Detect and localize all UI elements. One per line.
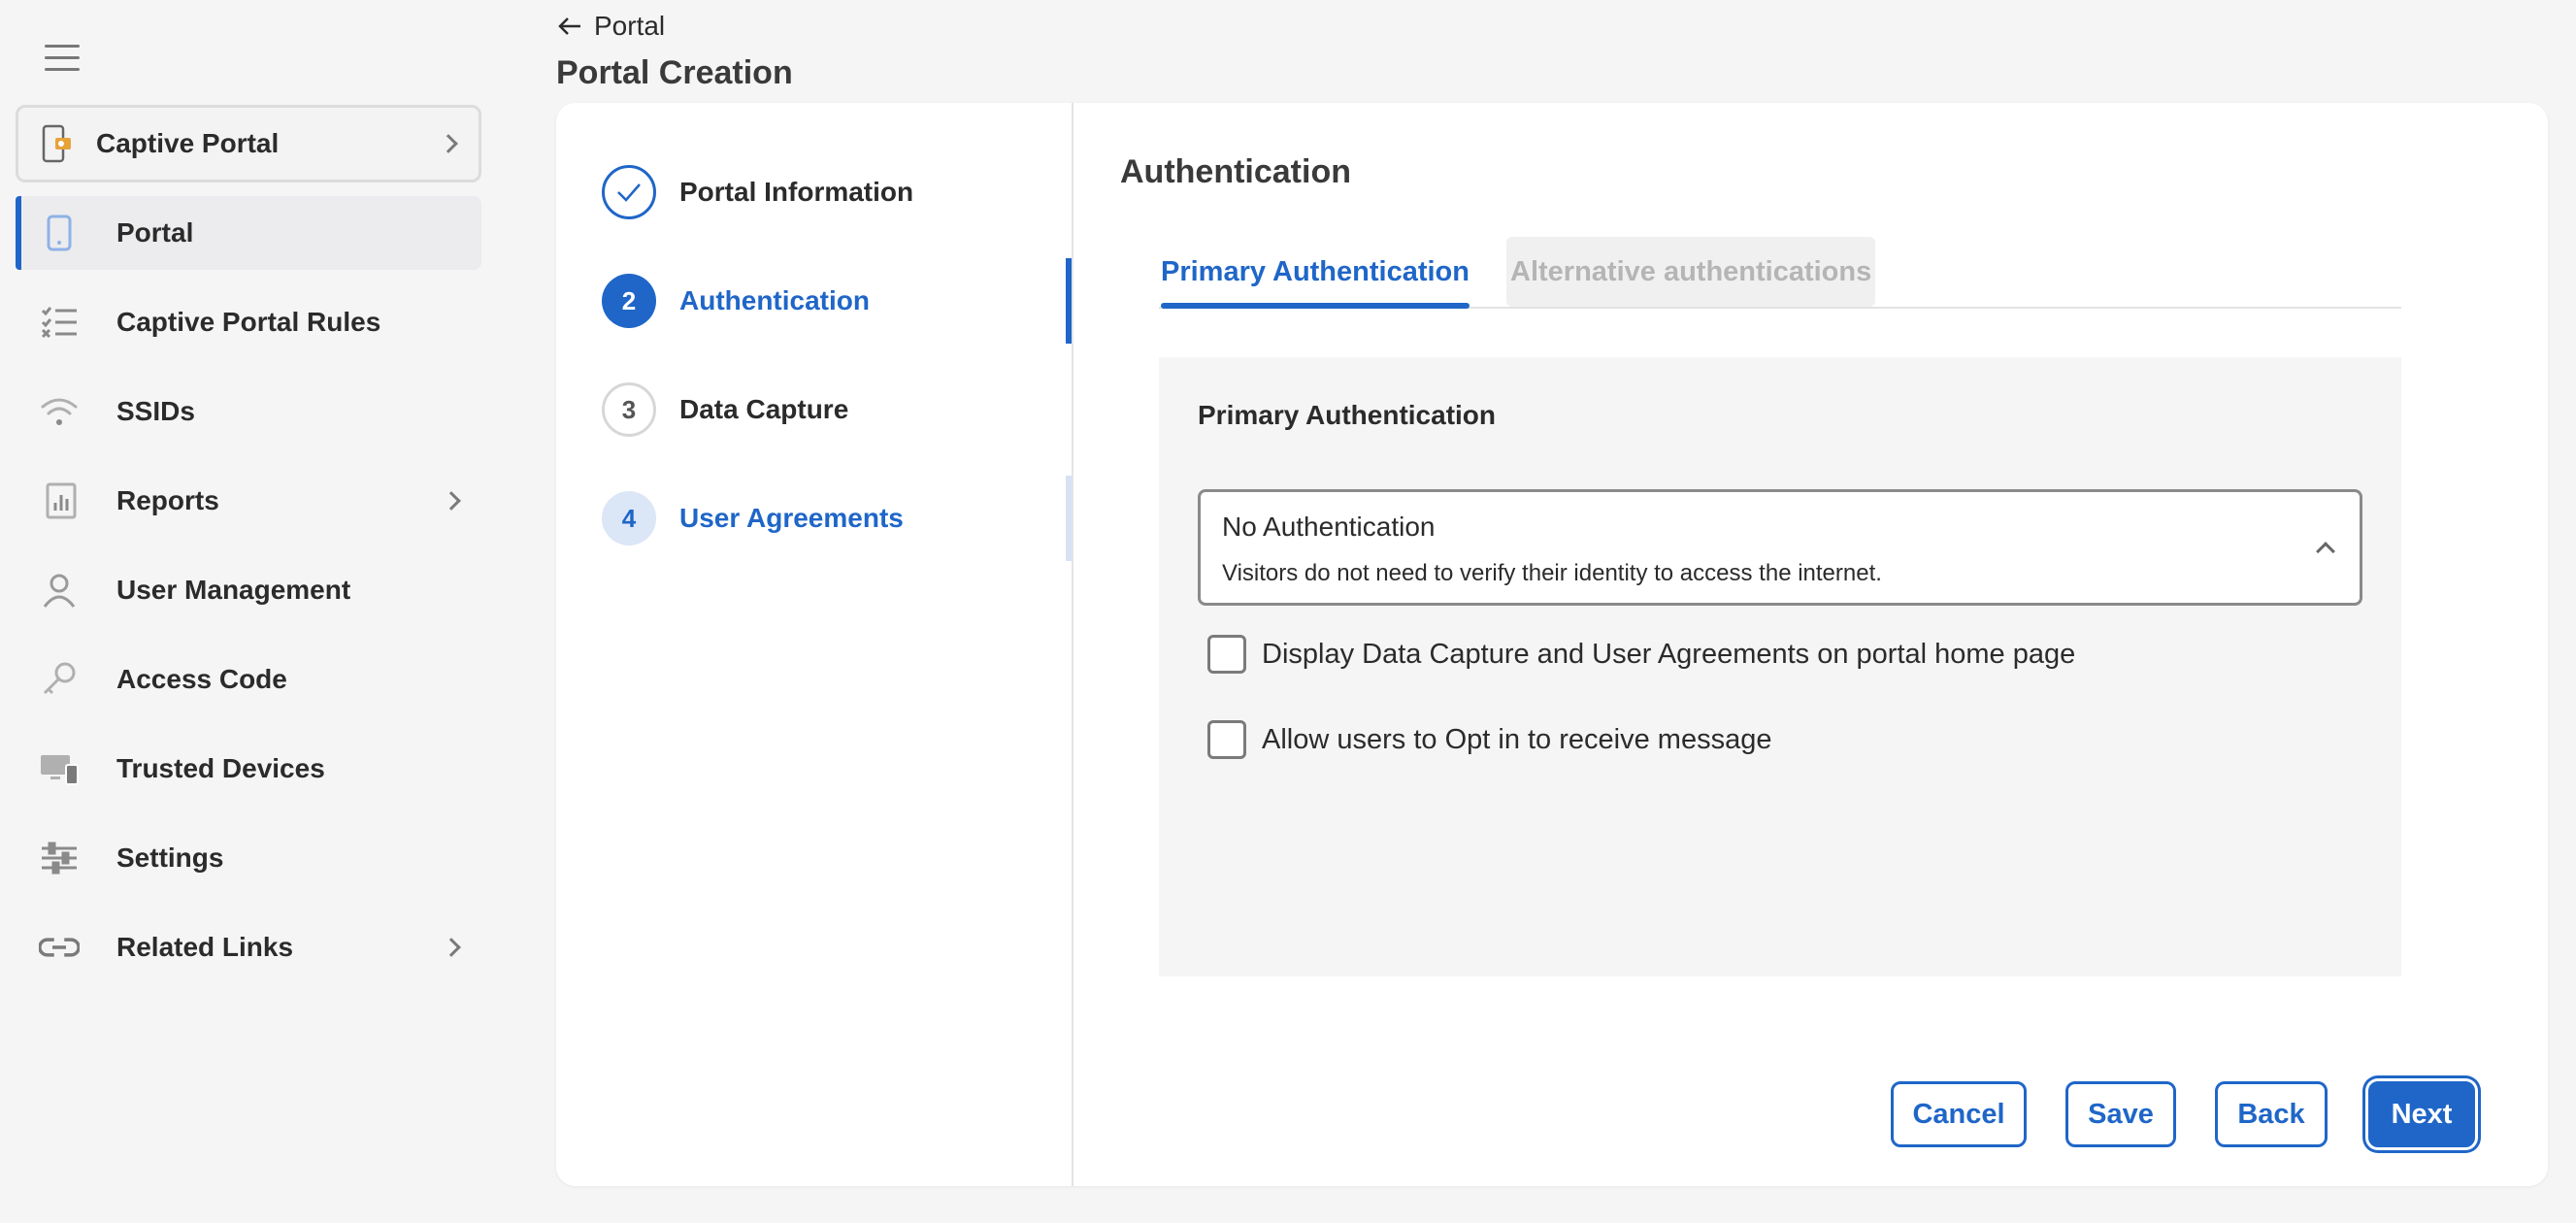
step-label: Data Capture [679, 394, 849, 424]
devices-icon [39, 748, 80, 789]
active-step-indicator [1066, 258, 1072, 344]
sidebar-item-label: Related Links [116, 932, 294, 962]
tab-alternative-authentications[interactable]: Alternative authentications [1506, 237, 1876, 307]
step-number: 4 [602, 491, 656, 545]
app-name: Captive Portal [96, 128, 280, 158]
key-icon [39, 659, 80, 700]
panel-title: Primary Authentication [1198, 400, 1497, 430]
auth-tabs: Primary Authentication Alternative authe… [1159, 237, 2401, 309]
section-title: Authentication [1120, 153, 1351, 190]
checklist-icon [39, 302, 80, 343]
checkbox-label: Allow users to Opt in to receive message [1262, 723, 1772, 755]
step-number: 2 [602, 274, 656, 328]
sidebar-item-related-links[interactable]: Related Links [16, 910, 481, 984]
phone-icon [39, 213, 80, 253]
opt-in-message-option[interactable]: Allow users to Opt in to receive message [1207, 720, 1771, 759]
sidebar-item-label: Captive Portal Rules [116, 307, 381, 337]
step-authentication[interactable]: 2 Authentication [602, 272, 870, 330]
step-label: Portal Information [679, 177, 914, 207]
cancel-button[interactable]: Cancel [1891, 1081, 2027, 1147]
next-button[interactable]: Next [2368, 1081, 2475, 1147]
user-icon [39, 570, 80, 611]
step-portal-information[interactable]: Portal Information [602, 163, 913, 221]
menu-icon[interactable] [43, 43, 82, 74]
back-to-portal-link[interactable]: Portal [557, 10, 665, 43]
sidebar-item-access-code[interactable]: Access Code [16, 643, 481, 716]
step-data-capture[interactable]: 3 Data Capture [602, 380, 848, 439]
sidebar-item-captive-portal-rules[interactable]: Captive Portal Rules [16, 285, 481, 359]
wifi-icon [39, 391, 80, 432]
sidebar-item-trusted-devices[interactable]: Trusted Devices [16, 732, 481, 806]
sidebar-item-settings[interactable]: Settings [16, 821, 481, 895]
sidebar-item-label: Reports [116, 485, 219, 515]
display-data-capture-option[interactable]: Display Data Capture and User Agreements… [1207, 635, 2075, 674]
sidebar-item-label: Portal [116, 217, 194, 248]
chevron-right-icon [442, 938, 461, 957]
reports-icon [39, 480, 80, 521]
chevron-right-icon [442, 491, 461, 511]
step-indicator [1066, 476, 1072, 561]
select-value: No Authentication [1222, 512, 1436, 542]
back-link-label: Portal [594, 11, 666, 41]
step-user-agreements[interactable]: 4 User Agreements [602, 489, 904, 547]
sidebar-item-ssids[interactable]: SSIDs [16, 375, 481, 448]
checkbox-label: Display Data Capture and User Agreements… [1262, 638, 2076, 670]
sidebar-item-label: Settings [116, 843, 224, 873]
check-icon [602, 165, 656, 219]
select-description: Visitors do not need to verify their ide… [1222, 560, 1882, 586]
link-icon [39, 927, 80, 968]
sidebar-item-label: Access Code [116, 664, 287, 694]
sidebar-item-portal[interactable]: Portal [16, 196, 481, 270]
opt-in-message-checkbox[interactable] [1207, 720, 1246, 759]
save-button[interactable]: Save [2065, 1081, 2176, 1147]
sidebar: Captive Portal Portal Captive Portal Rul… [0, 0, 495, 1223]
sidebar-item-label: SSIDs [116, 396, 195, 426]
sliders-icon [39, 838, 80, 878]
page-title: Portal Creation [556, 54, 793, 91]
display-data-capture-checkbox[interactable] [1207, 635, 1246, 674]
tab-primary-authentication[interactable]: Primary Authentication [1161, 237, 1470, 309]
sidebar-item-user-management[interactable]: User Management [16, 553, 481, 627]
authentication-type-select[interactable]: No Authentication Visitors do not need t… [1198, 489, 2362, 606]
sidebar-item-label: User Management [116, 575, 351, 605]
step-number: 3 [602, 382, 656, 437]
back-button[interactable]: Back [2215, 1081, 2328, 1147]
card-divider [1072, 103, 1073, 1186]
sidebar-item-label: Trusted Devices [116, 753, 325, 783]
app-switcher[interactable]: Captive Portal [16, 105, 481, 182]
chevron-right-icon [439, 134, 458, 153]
chevron-up-icon [2316, 542, 2335, 561]
step-label: Authentication [679, 285, 870, 315]
sidebar-item-reports[interactable]: Reports [16, 464, 481, 538]
arrow-left-icon [558, 17, 580, 35]
captive-portal-icon [42, 124, 71, 163]
step-label: User Agreements [679, 503, 904, 533]
